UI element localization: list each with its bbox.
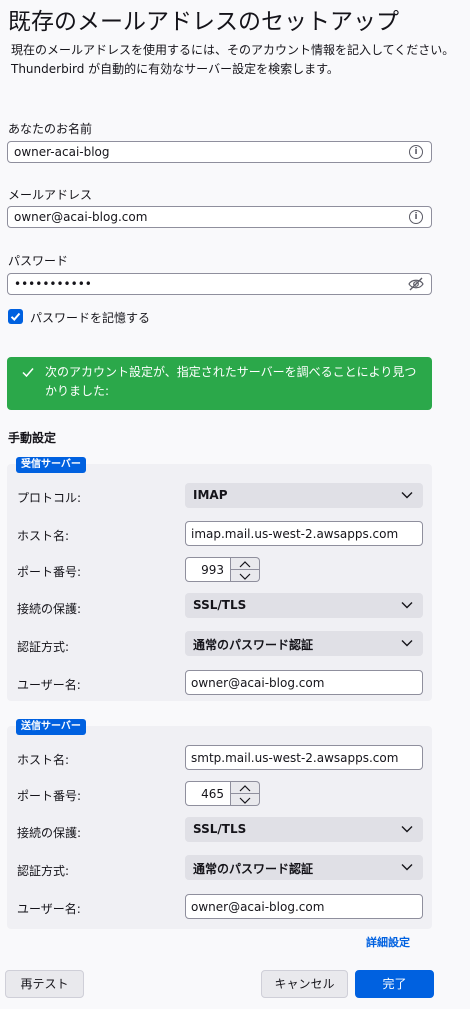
page-description: 現在のメールアドレスを使用するには、そのアカウント情報を記入してください。Thu…	[11, 43, 455, 76]
incoming-host-input[interactable]: imap.mail.us-west-2.awsapps.com	[185, 521, 423, 546]
outgoing-host-label: ホスト名:	[17, 753, 70, 767]
spin-up-button[interactable]	[231, 558, 259, 570]
chevron-down-icon	[239, 573, 251, 580]
chevron-down-icon	[401, 864, 413, 871]
incoming-auth-value: 通常のパスワード認証	[193, 638, 314, 652]
incoming-security-select[interactable]: SSL/TLS	[185, 593, 423, 618]
incoming-port-label: ポート番号:	[17, 565, 82, 579]
chevron-down-icon	[239, 797, 251, 804]
incoming-username-label: ユーザー名:	[17, 678, 81, 692]
banner-message: 次のアカウント設定が、指定されたサーバーを調べることにより見つかりました:	[45, 365, 417, 398]
chevron-down-icon	[401, 602, 413, 609]
remember-password-label[interactable]: パスワードを記憶する	[30, 309, 150, 326]
outgoing-port-stepper[interactable]: 465	[185, 781, 260, 806]
incoming-protocol-select[interactable]: IMAP	[185, 483, 423, 508]
spin-down-button[interactable]	[231, 794, 259, 806]
outgoing-port-label: ポート番号:	[17, 789, 82, 803]
name-value: owner-acai-blog	[14, 145, 110, 159]
incoming-security-label: 接続の保護:	[17, 602, 82, 616]
incoming-username-input[interactable]: owner@acai-blog.com	[185, 670, 423, 695]
outgoing-host-value: smtp.mail.us-west-2.awsapps.com	[191, 751, 399, 765]
spin-up-button[interactable]	[231, 782, 259, 794]
incoming-port-stepper[interactable]: 993	[185, 557, 260, 582]
outgoing-username-value: owner@acai-blog.com	[191, 900, 325, 914]
email-value: owner@acai-blog.com	[14, 210, 148, 224]
chevron-down-icon	[401, 826, 413, 833]
chevron-down-icon	[401, 492, 413, 499]
eye-slash-icon[interactable]	[408, 277, 424, 291]
done-button[interactable]: 完了	[355, 970, 434, 998]
password-label: パスワード	[8, 254, 69, 268]
outgoing-host-input[interactable]: smtp.mail.us-west-2.awsapps.com	[185, 745, 423, 770]
chevron-up-icon	[239, 785, 251, 792]
incoming-host-value: imap.mail.us-west-2.awsapps.com	[191, 527, 399, 541]
remember-password-checkbox[interactable]	[8, 309, 23, 324]
outgoing-server-badge: 送信サーバー	[16, 719, 86, 735]
incoming-host-label: ホスト名:	[17, 529, 70, 543]
outgoing-username-label: ユーザー名:	[17, 902, 81, 916]
outgoing-port-value: 465	[201, 787, 224, 801]
incoming-server-badge: 受信サーバー	[16, 457, 86, 473]
email-label: メールアドレス	[8, 188, 93, 202]
incoming-protocol-value: IMAP	[193, 488, 228, 502]
port-spinner[interactable]	[231, 781, 260, 806]
incoming-port-value: 993	[201, 563, 224, 577]
checkmark-icon	[22, 368, 34, 378]
outgoing-security-value: SSL/TLS	[193, 822, 247, 836]
incoming-security-value: SSL/TLS	[193, 598, 247, 612]
email-field[interactable]: owner@acai-blog.com i	[7, 206, 432, 228]
chevron-up-icon	[239, 561, 251, 568]
retest-button[interactable]: 再テスト	[5, 970, 84, 998]
name-field[interactable]: owner-acai-blog i	[7, 141, 432, 163]
outgoing-port-input[interactable]: 465	[185, 781, 231, 806]
manual-settings-heading: 手動設定	[8, 431, 57, 445]
info-icon[interactable]: i	[409, 210, 423, 224]
outgoing-username-input[interactable]: owner@acai-blog.com	[185, 894, 423, 919]
chevron-down-icon	[401, 640, 413, 647]
cancel-button[interactable]: キャンセル	[261, 970, 348, 998]
outgoing-auth-select[interactable]: 通常のパスワード認証	[185, 855, 423, 880]
port-spinner[interactable]	[231, 557, 260, 582]
outgoing-auth-value: 通常のパスワード認証	[193, 862, 314, 876]
success-banner: 次のアカウント設定が、指定されたサーバーを調べることにより見つかりました:	[7, 357, 432, 410]
incoming-protocol-label: プロトコル:	[17, 491, 82, 505]
page-title: 既存のメールアドレスのセットアップ	[8, 9, 399, 35]
advanced-settings-link[interactable]: 詳細設定	[366, 934, 410, 950]
checkmark-icon	[10, 312, 21, 321]
outgoing-security-label: 接続の保護:	[17, 826, 82, 840]
password-field[interactable]: •••••••••••	[7, 273, 432, 295]
spin-down-button[interactable]	[231, 570, 259, 582]
info-icon[interactable]: i	[409, 145, 423, 159]
incoming-port-input[interactable]: 993	[185, 557, 231, 582]
outgoing-security-select[interactable]: SSL/TLS	[185, 817, 423, 842]
incoming-auth-label: 認証方式:	[17, 640, 70, 654]
outgoing-auth-label: 認証方式:	[17, 864, 70, 878]
password-value: •••••••••••	[14, 277, 92, 291]
incoming-username-value: owner@acai-blog.com	[191, 676, 325, 690]
name-label: あなたのお名前	[8, 122, 93, 136]
incoming-auth-select[interactable]: 通常のパスワード認証	[185, 631, 423, 656]
